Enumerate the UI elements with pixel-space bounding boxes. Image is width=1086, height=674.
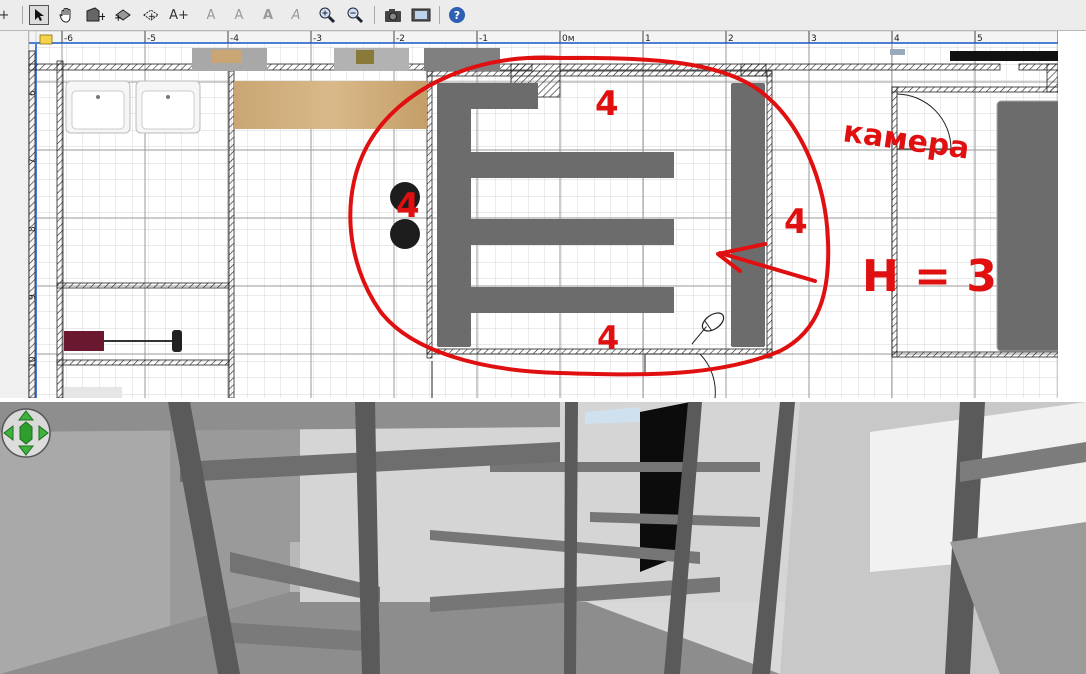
zoom-in-button[interactable] <box>317 5 337 25</box>
top-ruler <box>28 31 1058 44</box>
top-ruler-label: 2 <box>728 34 734 44</box>
annotation-top-width: 4 <box>595 84 619 124</box>
annotation-height: Н = 3 <box>862 251 997 302</box>
top-ruler-label: 5 <box>977 34 983 44</box>
create-photo-button[interactable] <box>383 5 403 25</box>
camera-room-shelf[interactable] <box>996 100 1058 352</box>
toolbar: + + + + A+ A A A A ? <box>0 0 1086 31</box>
wall-icon: + <box>86 7 105 23</box>
help-button[interactable]: ? <box>449 7 465 23</box>
top-ruler-label: -5 <box>147 34 156 44</box>
italic-text-icon: A <box>291 7 301 23</box>
create-polylines-button[interactable]: + <box>141 5 161 25</box>
folder-icon <box>39 34 53 45</box>
top-fixture-wood <box>212 50 242 63</box>
zoom-out-button[interactable] <box>345 5 365 25</box>
top-ruler-label: -1 <box>479 34 488 44</box>
top-black-bar <box>950 51 1058 61</box>
svg-text:+: + <box>114 13 122 23</box>
top-ruler-label: -4 <box>230 34 239 44</box>
top-ruler-label: 0м <box>562 34 575 44</box>
select-tool-button[interactable] <box>29 5 49 25</box>
add-text-button[interactable]: A+ <box>169 5 189 25</box>
top-fixture-item <box>356 50 374 64</box>
create-video-button[interactable] <box>411 5 431 25</box>
svg-text:+: + <box>98 10 105 23</box>
zoom-in-icon <box>319 7 336 24</box>
bottom-fixture <box>64 387 122 398</box>
create-rooms-button[interactable]: + <box>113 5 133 25</box>
video-icon <box>411 8 431 22</box>
top-ruler-label: -2 <box>396 34 405 44</box>
annotation-left-width: 4 <box>396 186 420 226</box>
arrow-cursor-icon <box>35 9 44 21</box>
hand-icon <box>59 8 71 23</box>
camera-icon <box>385 9 401 22</box>
add-level-icon[interactable]: + <box>0 5 14 25</box>
annotation-bottom-width: 4 <box>597 319 619 357</box>
top-ruler-label: 3 <box>811 34 817 44</box>
plan-view[interactable]: -6-5-4-3-2-10м123456 678910 <box>0 31 1058 398</box>
create-walls-button[interactable]: + <box>85 5 105 25</box>
polyline-icon: + <box>143 9 159 22</box>
bold-text-icon: A <box>262 7 274 23</box>
svg-text:+: + <box>148 12 156 22</box>
top-ruler-label: -3 <box>313 34 322 44</box>
sink-right[interactable] <box>135 80 201 134</box>
toolbar-separator <box>374 6 375 24</box>
toolbar-separator <box>439 6 440 24</box>
top-ruler-label: 1 <box>645 34 651 44</box>
top-ruler-label: 4 <box>894 34 900 44</box>
top-fixture <box>424 48 500 71</box>
decrease-text-size-icon: A <box>234 7 244 23</box>
toolbar-separator <box>22 6 23 24</box>
top-fixture-icon <box>890 49 905 55</box>
zoom-out-icon <box>347 7 364 24</box>
pan-tool-button[interactable] <box>57 5 77 25</box>
annotation-right-width: 4 <box>784 202 808 242</box>
3d-view[interactable] <box>0 402 1086 674</box>
room-icon: + <box>114 9 131 23</box>
increase-text-size-icon: A <box>206 7 216 23</box>
3d-navigation-widget[interactable] <box>0 405 54 461</box>
sink-left[interactable] <box>65 80 131 134</box>
top-ruler-label: -6 <box>64 34 73 44</box>
